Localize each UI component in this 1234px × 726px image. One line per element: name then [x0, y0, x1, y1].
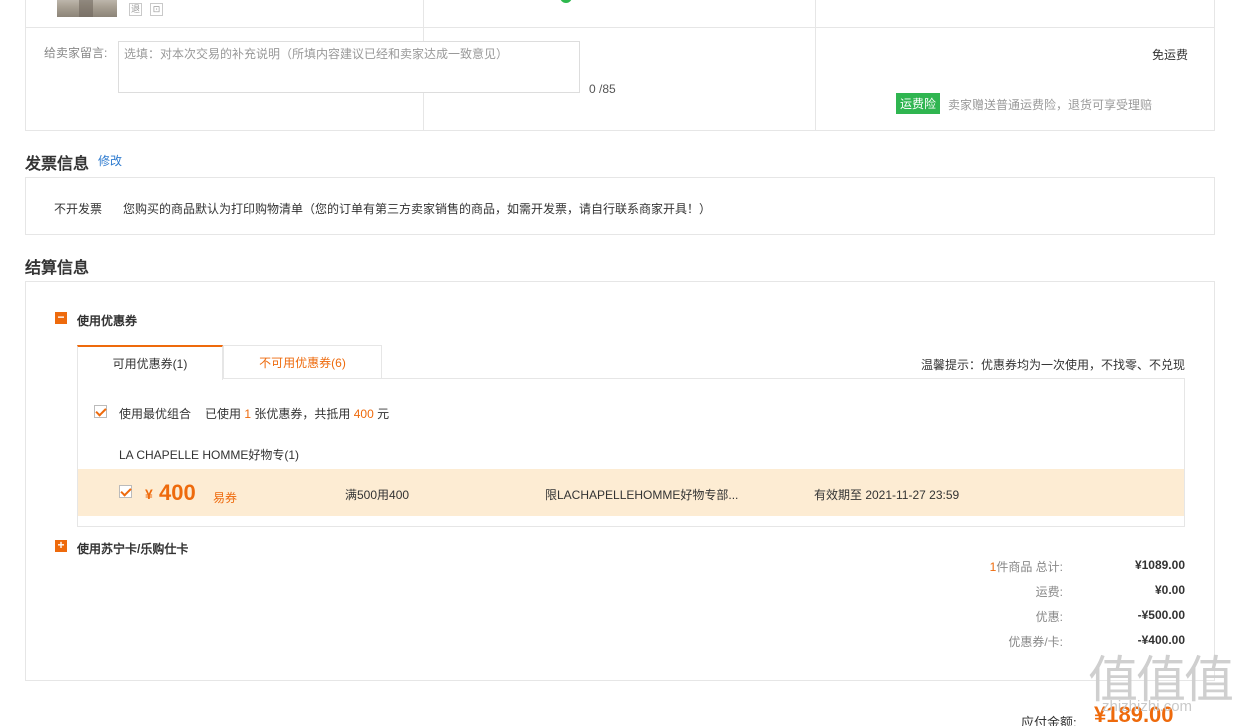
summary-discount-value: -¥500.00: [1137, 608, 1185, 622]
status-dot-icon: [560, 0, 572, 3]
expand-plus-icon[interactable]: +: [55, 539, 67, 552]
watermark-url: zhizhizhi.com: [1102, 698, 1193, 715]
divider: [815, 0, 816, 130]
coupon-currency: ¥: [145, 486, 153, 502]
summary-coupon-label: 优惠券/卡:: [1008, 635, 1063, 649]
service-icon: ⊡: [150, 3, 163, 16]
summary-discount-label: 优惠:: [1035, 610, 1063, 624]
shipping-insurance-text: 卖家赠送普通运费险，退货可享受理赔: [948, 98, 1153, 112]
coupon-row[interactable]: ¥ 400 易券 满500用400 限LACHAPELLEHOMME好物专部..…: [78, 469, 1184, 516]
return-service-icon: 退: [129, 3, 142, 16]
coupon-amount: 400: [159, 480, 196, 505]
summary-total-label: 1件商品 总计:: [989, 560, 1063, 574]
invoice-description: 您购买的商品默认为打印购物清单（您的订单有第三方卖家销售的商品，如需开发票，请自…: [123, 202, 712, 216]
invoice-title: 发票信息: [25, 156, 90, 173]
message-input[interactable]: 选填：对本次交易的补充说明（所填内容建议已经和卖家达成一致意见）: [118, 41, 580, 93]
summary-discount-row: 优惠: -¥500.00: [785, 608, 1185, 624]
summary-total-row: 1件商品 总计: ¥1089.00: [785, 558, 1185, 574]
summary-shipping-label: 运费:: [1035, 585, 1063, 599]
summary-shipping-row: 运费: ¥0.00: [785, 583, 1185, 599]
invoice-type: 不开发票: [54, 202, 103, 216]
collapse-minus-icon[interactable]: −: [55, 311, 67, 324]
message-label: 给卖家留言:: [44, 46, 108, 60]
best-combo-label: 使用最优组合: [119, 407, 192, 421]
message-char-count: 0 /85: [589, 82, 616, 96]
coupon-scope: 限LACHAPELLEHOMME好物专部...: [545, 488, 739, 502]
settlement-title: 结算信息: [25, 260, 90, 277]
product-thumbnail[interactable]: [57, 0, 117, 17]
invoice-box: 不开发票 您购买的商品默认为打印购物清单（您的订单有第三方卖家销售的商品，如需开…: [25, 177, 1215, 235]
coupon-validity: 有效期至 2021-11-27 23:59: [814, 488, 960, 502]
coupon-checkbox[interactable]: [119, 485, 132, 498]
use-card-toggle[interactable]: 使用苏宁卡/乐购仕卡: [77, 540, 188, 557]
coupon-tip: 温馨提示：优惠券均为一次使用，不找零、不兑现: [920, 358, 1185, 372]
invoice-edit-link[interactable]: 修改: [98, 152, 122, 169]
summary-shipping-value: ¥0.00: [1154, 583, 1185, 597]
coupon-usage-summary: 已使用 1 张优惠券，共抵用 400 元: [205, 407, 390, 421]
tab-unavailable-coupons[interactable]: 不可用优惠券(6): [223, 345, 382, 379]
shop-name: LA CHAPELLE HOMME好物专(1): [119, 448, 300, 462]
tab-available-coupons[interactable]: 可用优惠券(1): [77, 345, 223, 380]
coupon-condition: 满500用400: [345, 488, 410, 502]
shipping-insurance-badge: 运费险: [896, 93, 941, 114]
best-combo-checkbox[interactable]: [94, 405, 107, 418]
use-coupon-toggle[interactable]: 使用优惠券: [77, 312, 137, 329]
divider: [26, 27, 1214, 28]
coupon-type: 易券: [213, 491, 238, 505]
site-watermark: 值值值 zhizhizhi.com: [1084, 640, 1234, 726]
payable-label: 应付金额:: [1021, 715, 1077, 726]
order-box: 退 ⊡ 给卖家留言: 选填：对本次交易的补充说明（所填内容建议已经和卖家达成一致…: [25, 0, 1215, 131]
free-shipping-label: 免运费: [1151, 48, 1188, 62]
summary-total-value: ¥1089.00: [1134, 558, 1185, 572]
